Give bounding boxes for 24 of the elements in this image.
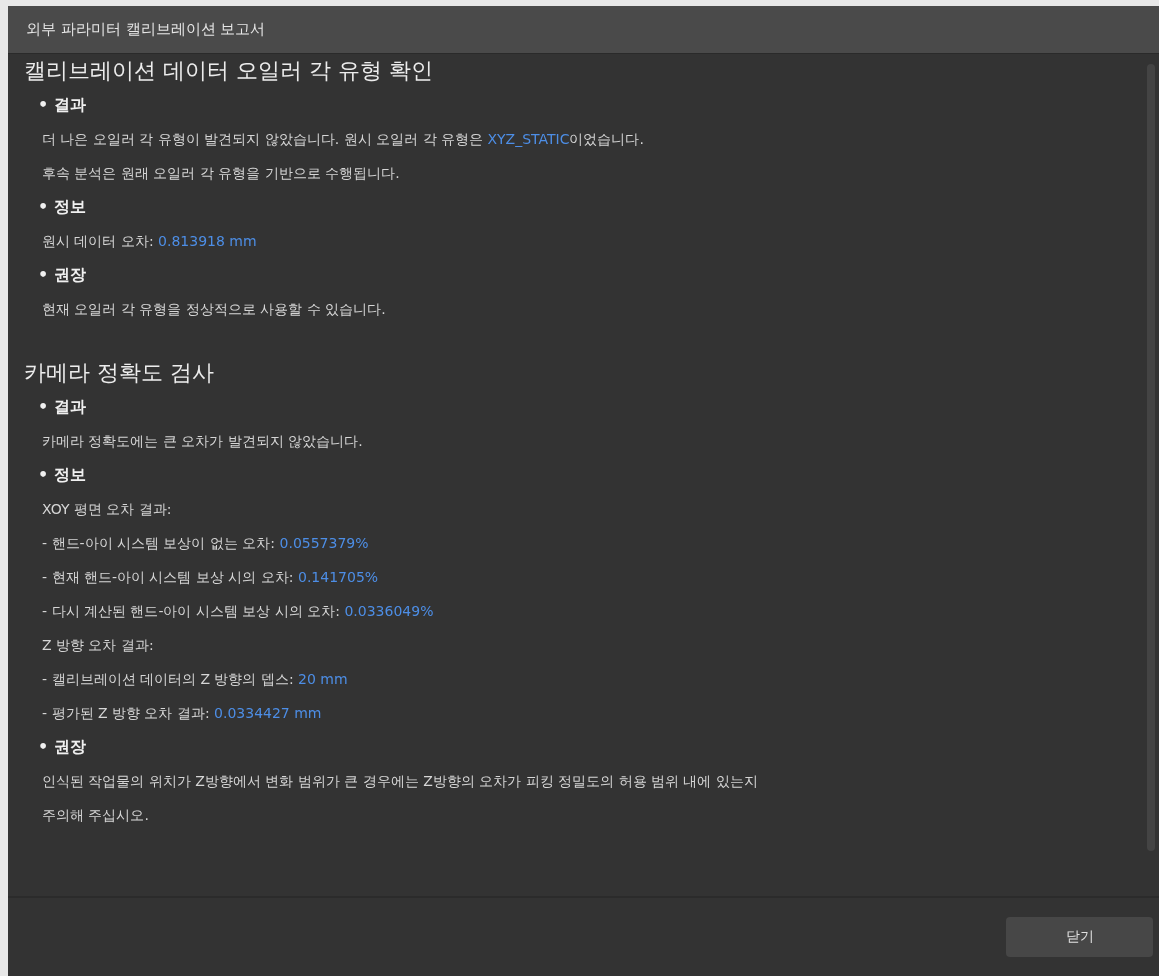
- report-text: - 현재 핸드-아이 시스템 보상 시의 오차: 0.141705%: [41, 568, 379, 587]
- report-text: - 평가된 Z 방향 오차 결과: 0.0334427 mm: [41, 704, 322, 723]
- report-text: 더 나은 오일러 각 유형이 발견되지 않았습니다. 원시 오일러 각 유형은 XYZ_STATIC이었습니다.: [41, 130, 644, 149]
- bullet-label: • 결과: [37, 94, 86, 116]
- report-text: 인식된 작업물의 위치가 Z방향에서 변화 범위가 큰 경우에는 Z방향의 오차가 피킹 정밀도의 허용 범위 내에 있는지: [41, 772, 758, 791]
- section-heading: 카메라 정확도 검사: [24, 359, 215, 387]
- report-text: - 다시 계산된 핸드-아이 시스템 보상 시의 오차: 0.0336049%: [41, 602, 434, 621]
- bullet-label: • 권장: [37, 264, 86, 286]
- window-title: 외부 파라미터 캘리브레이션 보고서: [8, 6, 1159, 54]
- bullet-label: • 정보: [37, 464, 86, 486]
- report-text: 카메라 정확도에는 큰 오차가 발견되지 않았습니다.: [41, 432, 363, 451]
- report-text: - 캘리브레이션 데이터의 Z 방향의 뎁스: 20 mm: [41, 670, 348, 689]
- bullet-label: • 권장: [37, 736, 86, 758]
- section-heading: 캘리브레이션 데이터 오일러 각 유형 확인: [24, 57, 434, 85]
- report-text: 주의해 주십시오.: [41, 806, 149, 825]
- report-text: 현재 오일러 각 유형을 정상적으로 사용할 수 있습니다.: [41, 300, 386, 319]
- bullet-label: • 정보: [37, 196, 86, 218]
- report-text: 후속 분석은 원래 오일러 각 유형을 기반으로 수행됩니다.: [41, 164, 400, 183]
- report-text: - 핸드-아이 시스템 보상이 없는 오차: 0.0557379%: [41, 534, 369, 553]
- report-text: XOY 평면 오차 결과:: [41, 500, 172, 519]
- close-button[interactable]: 닫기: [1006, 917, 1153, 957]
- report-text: 원시 데이터 오차: 0.813918 mm: [41, 232, 257, 251]
- report-text: Z 방향 오차 결과:: [41, 636, 154, 655]
- bullet-label: • 결과: [37, 396, 86, 418]
